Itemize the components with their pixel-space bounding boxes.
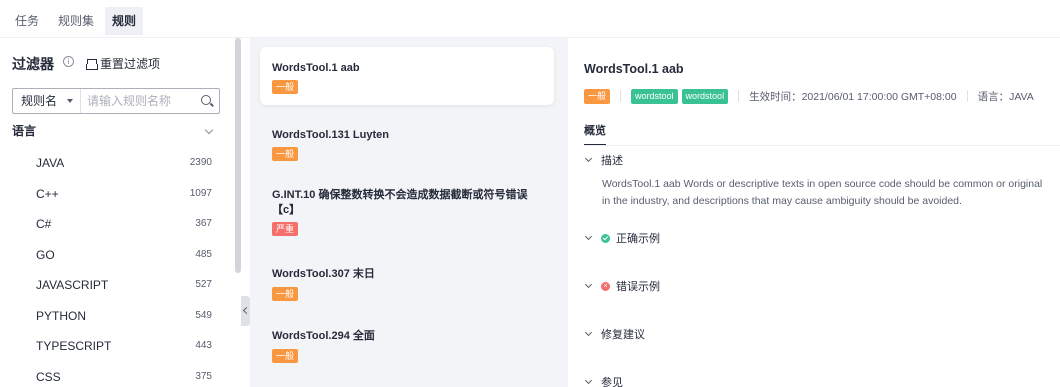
language-name: JAVASCRIPT	[36, 278, 109, 292]
chevron-down-icon	[584, 232, 593, 241]
section-label: 修复建议	[601, 329, 645, 341]
severity-badge: 严重	[272, 222, 299, 236]
filter-panel: 过滤器 i 重置过滤项 规则名 语言 JAVA 2390 C++ 1097 C#…	[0, 38, 232, 387]
language-count: 549	[195, 309, 212, 321]
language-item-csharp[interactable]: C# 367	[0, 209, 232, 240]
section-fix-suggestion[interactable]: 修复建议	[584, 326, 645, 342]
chevron-down-icon	[584, 280, 593, 289]
search-field-value: 规则名	[21, 94, 58, 108]
filter-title: 过滤器	[12, 56, 54, 72]
language-item-cpp[interactable]: C++ 1097	[0, 179, 232, 210]
section-label: 错误示例	[616, 281, 660, 293]
detail-language: 语言：JAVA	[977, 90, 1034, 103]
severity-badge: 一般	[584, 88, 611, 104]
detail-divider	[560, 38, 568, 387]
rule-card[interactable]: WordsTool.131 Luyten 一般	[260, 116, 554, 172]
tab-tasks[interactable]: 任务	[8, 7, 46, 35]
language-item-typescript[interactable]: TYPESCRIPT 443	[0, 331, 232, 362]
language-count: 485	[195, 248, 212, 260]
language-name: C++	[36, 186, 59, 201]
chevron-down-icon	[204, 125, 214, 135]
language-count: 375	[195, 370, 212, 382]
search-input[interactable]	[87, 89, 195, 113]
effective-time: 生效时间：2021/06/01 17:00:00 GMT+08:00	[749, 90, 957, 103]
chevron-down-icon	[67, 99, 73, 103]
search-icon[interactable]	[201, 95, 211, 105]
tab-rules[interactable]: 规则	[105, 7, 144, 35]
detail-title: WordsTool.1 aab	[584, 62, 684, 76]
chevron-down-icon	[584, 154, 593, 163]
language-item-javascript[interactable]: JAVASCRIPT 527	[0, 270, 232, 301]
reset-icon	[86, 58, 98, 70]
severity-badge: 一般	[272, 287, 299, 301]
meta-separator	[966, 90, 968, 102]
tag-badge: wordstool	[681, 88, 729, 104]
info-icon[interactable]: i	[63, 56, 74, 67]
language-name: PYTHON	[36, 308, 87, 323]
language-count: 527	[195, 279, 212, 290]
tag-badge: wordstool	[631, 88, 678, 104]
language-name: CSS	[36, 369, 61, 384]
rule-card[interactable]: WordsTool.1 aab 一般	[260, 47, 554, 105]
rule-title: WordsTool.294 全面	[272, 330, 375, 342]
description-text: WordsTool.1 aab Words or descriptive tex…	[602, 178, 1043, 207]
filter-scrollbar-thumb[interactable]	[235, 38, 241, 273]
rule-search-box: 规则名	[12, 88, 220, 114]
detail-meta: 一般 wordstool wordstool 生效时间：2021/06/01 1…	[584, 88, 1034, 104]
severity-badge: 一般	[272, 147, 299, 161]
tab-overview[interactable]: 概览	[584, 122, 606, 146]
error-circle-icon: ×	[601, 281, 610, 291]
section-description[interactable]: 描述	[584, 152, 623, 168]
language-name: TYPESCRIPT	[36, 339, 112, 353]
severity-badge: 一般	[272, 80, 299, 94]
language-name: JAVA	[36, 156, 65, 170]
language-group-header[interactable]: 语言	[12, 122, 220, 144]
language-list: JAVA 2390 C++ 1097 C# 367 GO 485 JAVASCR…	[0, 148, 232, 387]
rule-card[interactable]: WordsTool.307 末日 一般	[260, 256, 554, 312]
language-count: 1097	[189, 187, 212, 199]
language-name: C#	[36, 217, 52, 231]
severity-badge: 一般	[272, 349, 299, 363]
language-count: 367	[195, 218, 212, 229]
language-group-label: 语言	[12, 124, 37, 138]
check-circle-icon	[601, 233, 610, 243]
language-item-go[interactable]: GO 485	[0, 240, 232, 271]
rule-card[interactable]: G.INT.10 确保整数转换不会造成数据截断或符号错误【c】 严重	[260, 178, 554, 248]
reset-filters-button[interactable]: 重置过滤项	[86, 55, 160, 72]
tab-rulesets[interactable]: 规则集	[51, 7, 101, 35]
rule-title: WordsTool.1 aab	[272, 62, 360, 74]
section-wrong-example[interactable]: × 错误示例	[584, 278, 660, 294]
section-correct-example[interactable]: 正确示例	[584, 230, 660, 246]
chevron-down-icon	[584, 376, 593, 385]
section-references[interactable]: 参见	[584, 374, 623, 387]
top-tab-bar: 任务 规则集 规则	[0, 0, 1060, 38]
rule-title: G.INT.10 确保整数转换不会造成数据截断或符号错误【c】	[272, 189, 528, 216]
section-label: 参见	[601, 377, 623, 387]
section-label: 描述	[601, 155, 623, 167]
search-field-select[interactable]: 规则名	[13, 89, 81, 113]
language-count: 2390	[189, 157, 212, 168]
language-name: GO	[36, 247, 55, 262]
rule-title: WordsTool.307 末日	[272, 268, 375, 280]
reset-filters-label: 重置过滤项	[100, 57, 161, 71]
section-label: 正确示例	[616, 233, 660, 245]
chevron-down-icon	[584, 328, 593, 337]
tab-underline	[584, 145, 1060, 146]
language-item-python[interactable]: PYTHON 549	[0, 301, 232, 332]
rule-list: WordsTool.1 aab 一般 WordsTool.131 Luyten …	[250, 38, 560, 387]
meta-separator	[738, 90, 740, 102]
meta-separator	[620, 90, 622, 102]
language-item-css[interactable]: CSS 375	[0, 362, 232, 387]
rule-title: WordsTool.131 Luyten	[272, 129, 389, 141]
language-count: 443	[195, 340, 212, 351]
language-item-java[interactable]: JAVA 2390	[0, 148, 232, 179]
rule-detail-panel: WordsTool.1 aab 一般 wordstool wordstool 生…	[568, 38, 1060, 387]
collapse-panel-handle[interactable]	[241, 296, 250, 326]
rule-card[interactable]: WordsTool.294 全面 一般	[260, 318, 554, 374]
